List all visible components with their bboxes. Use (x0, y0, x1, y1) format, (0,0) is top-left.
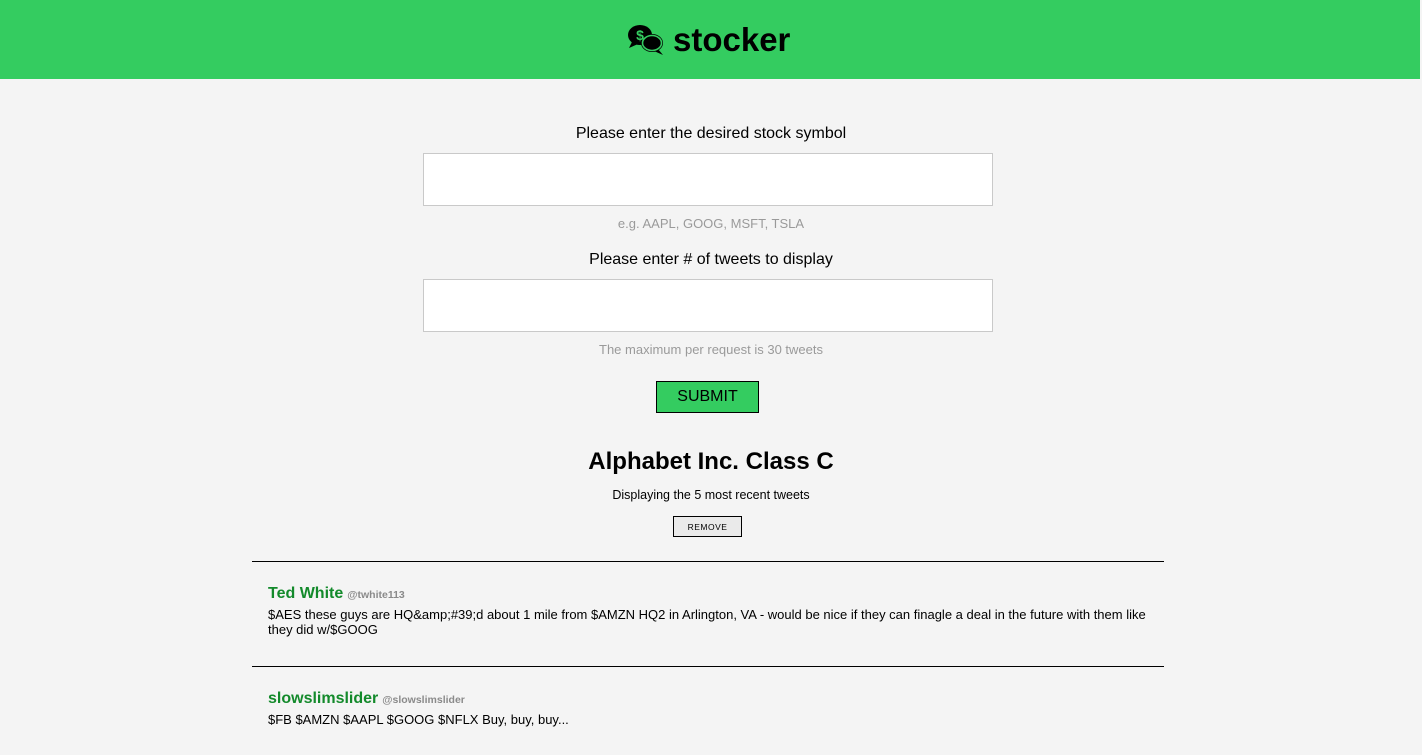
symbol-label: Please enter the desired stock symbol (575, 125, 847, 142)
tweet-author-name[interactable]: slowslimslider (268, 690, 378, 707)
tweet-text: $AES these guys are HQ&amp;#39;d about 1… (268, 607, 1146, 637)
tweet-count-label: Please enter # of tweets to display (589, 251, 833, 268)
submit-button[interactable]: SUBMIT (656, 381, 759, 413)
divider (252, 561, 1164, 562)
tweet-author-handle[interactable]: @slowslimslider (382, 694, 465, 706)
brand[interactable]: $ stocker (627, 20, 790, 60)
tweet-item: slowslimslider @slowslimslider $FB $AMZN … (268, 690, 1148, 727)
dollar-chat-bubbles-icon: $ (628, 25, 663, 55)
tweet-author-name[interactable]: Ted White (268, 585, 343, 602)
svg-text:$: $ (636, 27, 644, 43)
remove-button[interactable]: REMOVE (673, 516, 742, 537)
tweet-count-hint: The maximum per request is 30 tweets (599, 342, 823, 357)
app-title: stocker (673, 21, 791, 58)
stock-symbol-input[interactable] (423, 153, 993, 206)
symbol-hint: e.g. AAPL, GOOG, MSFT, TSLA (617, 216, 805, 231)
tweet-author-handle[interactable]: @twhite113 (347, 589, 405, 601)
tweet-count-text: Displaying the 5 most recent tweets (612, 488, 810, 502)
company-name: Alphabet Inc. Class C (588, 448, 834, 475)
tweet-text: $FB $AMZN $AAPL $GOOG $NFLX Buy, buy, bu… (268, 712, 569, 727)
divider (252, 666, 1164, 667)
tweet-count-input[interactable] (423, 279, 993, 332)
tweet-item: Ted White @twhite113 $AES these guys are … (268, 585, 1148, 637)
app-header: $ stocker (0, 0, 1420, 79)
